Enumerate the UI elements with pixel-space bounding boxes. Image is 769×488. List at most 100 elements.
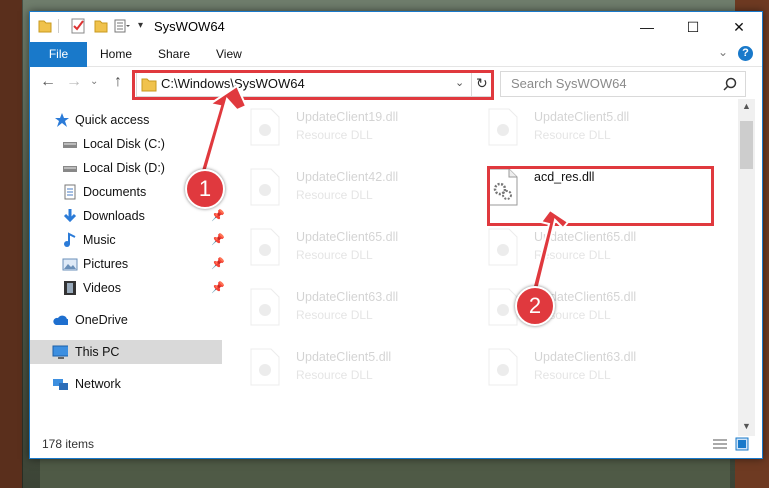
- file-type: Resource DLL: [534, 368, 611, 382]
- file-list: UpdateClient19.dll Resource DLL UpdateCl…: [230, 102, 738, 438]
- scrollbar-thumb[interactable]: [740, 121, 753, 169]
- pictures-icon: [62, 258, 78, 271]
- dll-file-icon: [250, 228, 280, 266]
- up-button[interactable]: ↑: [114, 73, 122, 91]
- search-icon: [723, 77, 737, 91]
- scroll-down-icon[interactable]: ▼: [742, 421, 751, 431]
- sidebar-item-downloads[interactable]: Downloads 📌: [30, 204, 226, 228]
- pin-icon: 📌: [211, 258, 225, 270]
- drive-icon: [63, 142, 77, 148]
- vertical-scrollbar[interactable]: ▲ ▼: [738, 99, 755, 436]
- file-highlight-box: [487, 166, 714, 226]
- forward-button[interactable]: →: [66, 73, 82, 91]
- title-bar: ▾ SysWOW64 — ☐ ✕: [30, 12, 762, 42]
- scroll-up-icon[interactable]: ▲: [742, 101, 751, 111]
- sidebar-item-label: Downloads: [83, 209, 145, 223]
- folder-icon[interactable]: [38, 18, 52, 34]
- large-icons-view-icon[interactable]: [735, 437, 749, 451]
- sidebar-item-music[interactable]: Music 📌: [30, 228, 226, 252]
- network-icon: [53, 379, 68, 390]
- star-icon: [55, 113, 69, 127]
- search-box[interactable]: Search SysWOW64: [500, 71, 746, 97]
- file-name: UpdateClient42.dll: [296, 170, 399, 184]
- file-name: UpdateClient63.dll: [534, 350, 637, 364]
- sidebar-item-label: Quick access: [75, 113, 150, 127]
- new-folder-icon[interactable]: [94, 18, 108, 34]
- file-item[interactable]: UpdateClient65.dll Resource DLL: [468, 282, 698, 336]
- cloud-icon: [53, 315, 68, 325]
- customize-qa-icon[interactable]: [114, 18, 130, 34]
- expand-ribbon-icon[interactable]: ⌄: [718, 45, 728, 59]
- file-item[interactable]: UpdateClient42.dll Resource DLL: [230, 162, 460, 216]
- step-1-callout: 1: [185, 169, 225, 209]
- sidebar-item-local-disk-c[interactable]: Local Disk (C:): [30, 132, 226, 156]
- pin-icon: 📌: [211, 210, 225, 222]
- details-view-icon[interactable]: [712, 438, 728, 450]
- file-type: Resource DLL: [296, 308, 373, 322]
- file-name: UpdateClient5.dll: [534, 110, 630, 124]
- pin-icon: 📌: [211, 234, 225, 246]
- file-name: UpdateClient65.dll: [534, 230, 637, 244]
- sidebar-item-label: Music: [83, 233, 116, 247]
- step-2-callout: 2: [515, 286, 555, 326]
- status-bar: 178 items: [30, 432, 762, 456]
- file-item[interactable]: UpdateClient65.dll Resource DLL: [468, 222, 698, 276]
- tab-home[interactable]: Home: [88, 42, 144, 66]
- file-type: Resource DLL: [296, 368, 373, 382]
- tab-share[interactable]: Share: [146, 42, 202, 66]
- tab-view[interactable]: View: [204, 42, 254, 66]
- sidebar-item-label: OneDrive: [75, 313, 128, 327]
- file-item[interactable]: UpdateClient5.dll Resource DLL: [230, 342, 460, 396]
- sidebar-item-network[interactable]: Network: [30, 372, 226, 396]
- sidebar-item-pictures[interactable]: Pictures 📌: [30, 252, 226, 276]
- pc-icon: [52, 345, 68, 359]
- dll-file-icon: [250, 348, 280, 386]
- file-name: UpdateClient5.dll: [296, 350, 392, 364]
- videos-icon: [64, 281, 76, 295]
- file-type: Resource DLL: [296, 188, 373, 202]
- properties-icon[interactable]: [70, 18, 86, 34]
- file-type: Resource DLL: [296, 248, 373, 262]
- sidebar-item-this-pc[interactable]: This PC: [30, 340, 222, 364]
- close-button[interactable]: ✕: [716, 12, 762, 42]
- download-icon: [63, 209, 77, 223]
- maximize-button[interactable]: ☐: [670, 12, 716, 42]
- file-item[interactable]: UpdateClient5.dll Resource DLL: [468, 102, 698, 156]
- music-icon: [64, 232, 76, 247]
- file-item[interactable]: UpdateClient63.dll Resource DLL: [468, 342, 698, 396]
- dll-file-icon: [488, 228, 518, 266]
- file-name: UpdateClient65.dll: [296, 230, 399, 244]
- dll-file-icon: [250, 108, 280, 146]
- sidebar-item-quick-access[interactable]: Quick access: [30, 108, 226, 132]
- file-name: UpdateClient19.dll: [296, 110, 399, 124]
- file-item[interactable]: UpdateClient19.dll Resource DLL: [230, 102, 460, 156]
- file-type: Resource DLL: [534, 128, 611, 142]
- sidebar-item-label: Local Disk (D:): [83, 161, 165, 175]
- minimize-button[interactable]: —: [624, 12, 670, 42]
- navigation-pane: Quick access Local Disk (C:) Local Disk …: [30, 102, 226, 422]
- search-input[interactable]: Search SysWOW64: [511, 76, 627, 91]
- sidebar-item-onedrive[interactable]: OneDrive: [30, 308, 226, 332]
- qa-separator: [58, 19, 59, 33]
- file-item[interactable]: UpdateClient65.dll Resource DLL: [230, 222, 460, 276]
- sidebar-item-label: Videos: [83, 281, 121, 295]
- dll-file-icon: [250, 288, 280, 326]
- sidebar-item-videos[interactable]: Videos 📌: [30, 276, 226, 300]
- sidebar-item-label: Network: [75, 377, 121, 391]
- ribbon: File Home Share View ⌄ ?: [30, 42, 762, 96]
- chevron-down-icon[interactable]: ▾: [138, 20, 143, 36]
- back-button[interactable]: ←: [40, 73, 56, 91]
- file-item[interactable]: UpdateClient63.dll Resource DLL: [230, 282, 460, 336]
- dll-file-icon: [488, 348, 518, 386]
- help-icon[interactable]: ?: [738, 46, 753, 61]
- file-name: UpdateClient63.dll: [296, 290, 399, 304]
- explorer-window: ▾ SysWOW64 — ☐ ✕ File Home Share View ⌄ …: [29, 11, 763, 459]
- dll-file-icon: [488, 288, 518, 326]
- documents-icon: [64, 184, 76, 200]
- recent-locations-button[interactable]: ⌄: [90, 76, 98, 87]
- sidebar-item-label: Documents: [83, 185, 147, 199]
- file-type: Resource DLL: [296, 128, 373, 142]
- sidebar-item-label: This PC: [75, 345, 120, 359]
- pin-icon: 📌: [211, 282, 225, 294]
- dll-file-icon: [250, 168, 280, 206]
